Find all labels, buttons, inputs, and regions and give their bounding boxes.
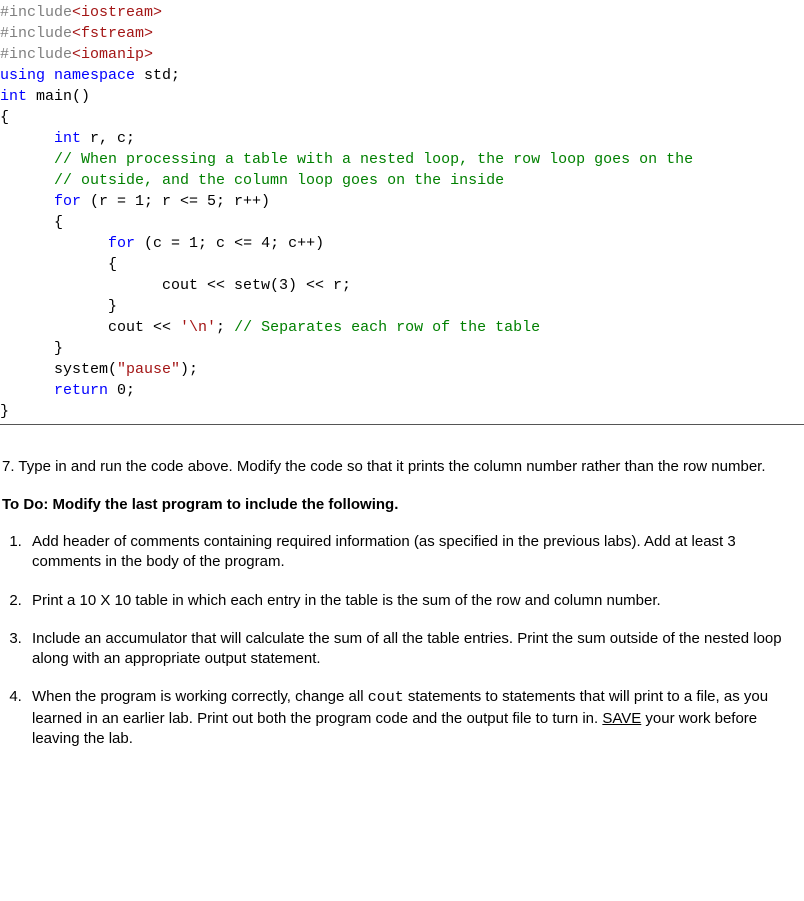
code-text: } <box>0 340 63 357</box>
code-text: system( <box>0 361 117 378</box>
code-string: "pause" <box>117 361 180 378</box>
question-7: 7. Type in and run the code above. Modif… <box>2 457 802 477</box>
code-comment: // outside, and the column loop goes on … <box>0 172 504 189</box>
code-text <box>45 67 54 84</box>
code-comment: // Separates each row of the table <box>234 319 540 336</box>
code-keyword: for <box>108 235 135 252</box>
code-keyword: using <box>0 67 45 84</box>
code-text: } <box>0 298 117 315</box>
code-include-file: <iomanip> <box>72 46 153 63</box>
code-text: (r = 1; r <= 5; r++) <box>81 193 270 210</box>
task-4-text-a: When the program is working correctly, c… <box>32 688 368 705</box>
code-comment: // When processing a table with a nested… <box>0 151 693 168</box>
code-string: '\n' <box>180 319 216 336</box>
code-keyword: return <box>54 382 108 399</box>
code-include-file: <iostream> <box>72 4 162 21</box>
code-line: #include <box>0 46 72 63</box>
code-text: main() <box>27 88 90 105</box>
code-text: } <box>0 403 9 420</box>
code-text <box>0 235 108 252</box>
code-text: ); <box>180 361 198 378</box>
task-4-code-cout: cout <box>368 689 404 706</box>
code-text: { <box>0 109 9 126</box>
task-4-save: SAVE <box>602 710 641 727</box>
code-text <box>0 130 54 147</box>
code-text: cout << setw(3) << r; <box>0 277 351 294</box>
code-text <box>0 382 54 399</box>
code-text: std; <box>135 67 180 84</box>
task-item-2: Print a 10 X 10 table in which each entr… <box>26 591 802 611</box>
code-keyword: int <box>54 130 81 147</box>
code-keyword: namespace <box>54 67 135 84</box>
code-block: #include<iostream> #include<fstream> #in… <box>0 0 804 425</box>
code-text: { <box>0 214 63 231</box>
code-keyword: for <box>54 193 81 210</box>
task-item-1: Add header of comments containing requir… <box>26 532 802 573</box>
code-text: (c = 1; c <= 4; c++) <box>135 235 324 252</box>
code-keyword: int <box>0 88 27 105</box>
todo-heading: To Do: Modify the last program to includ… <box>2 495 802 515</box>
instructions-section: 7. Type in and run the code above. Modif… <box>0 425 804 749</box>
code-include-file: <fstream> <box>72 25 153 42</box>
task-list: Add header of comments containing requir… <box>26 532 802 749</box>
code-text: r, c; <box>81 130 135 147</box>
task-item-3: Include an accumulator that will calcula… <box>26 629 802 670</box>
code-text: cout << <box>0 319 180 336</box>
code-text <box>0 193 54 210</box>
task-item-4: When the program is working correctly, c… <box>26 687 802 749</box>
code-line: #include <box>0 25 72 42</box>
code-text: ; <box>216 319 234 336</box>
code-text: { <box>0 256 117 273</box>
code-text: 0; <box>108 382 135 399</box>
code-line: #include <box>0 4 72 21</box>
